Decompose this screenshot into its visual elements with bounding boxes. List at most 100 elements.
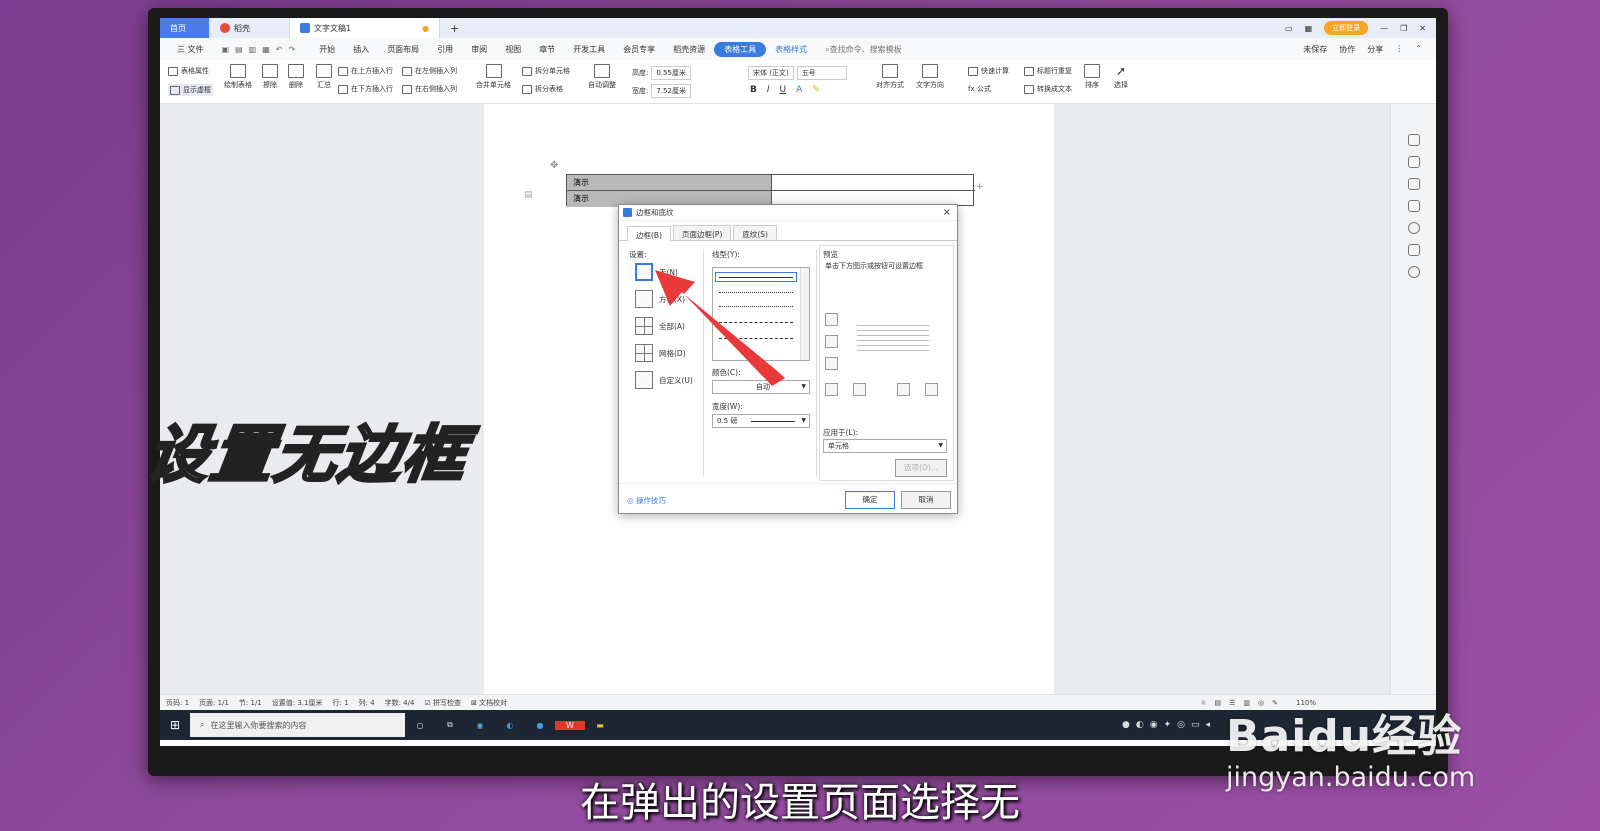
ok-button[interactable]: 确定 [845, 491, 895, 509]
table-cell-2[interactable] [771, 175, 975, 191]
font-size[interactable]: 五号 [796, 66, 847, 80]
command-search[interactable]: ⌕查找命令、搜索模板 [816, 44, 910, 55]
linetype-scrollbar[interactable] [800, 268, 809, 360]
quick-access-icons[interactable]: ▣▤▥▦↶↷ [213, 45, 311, 54]
browser-icon[interactable]: ◉ [465, 721, 495, 730]
tab-page-borders[interactable]: 页面边框(P) [673, 225, 732, 240]
italic-icon[interactable]: I [767, 85, 770, 95]
text-direction-button[interactable]: 文字方向 [916, 64, 944, 90]
table-move-handle-icon[interactable]: ✥ [550, 160, 558, 171]
backup-icon[interactable] [1407, 244, 1420, 256]
font-color-icon[interactable]: A [796, 85, 802, 95]
menu-view[interactable]: 视图 [496, 44, 530, 55]
height-input[interactable]: 0.55厘米 [651, 66, 691, 80]
document-table[interactable]: 演示 演示 [566, 174, 975, 207]
login-button[interactable]: 立即登录 [1324, 21, 1369, 35]
app-icon[interactable]: ● [525, 721, 555, 730]
cancel-button[interactable]: 取消 [901, 491, 951, 509]
tab-home[interactable]: 首页 [160, 18, 210, 38]
restore-icon[interactable]: ❐ [1400, 24, 1407, 33]
spell-check-button[interactable]: ☑ 拼写检查 [424, 698, 461, 708]
linetype-dotted[interactable] [719, 292, 793, 293]
border-left-button[interactable] [853, 383, 866, 396]
merge-cells-button[interactable]: 合并单元格 [476, 64, 511, 90]
border-bottom-button[interactable] [825, 357, 838, 370]
tab-borders[interactable]: 边框(B) [627, 226, 671, 241]
menu-layout[interactable]: 页面布局 [378, 44, 428, 55]
options-button[interactable]: 选项(O)... [895, 459, 947, 477]
diagonal-up-button[interactable] [925, 383, 938, 396]
edge-icon[interactable]: ◐ [495, 721, 525, 730]
minimize-icon[interactable]: — [1380, 24, 1388, 33]
menu-start[interactable]: 开始 [310, 44, 344, 55]
window-layout-icon[interactable]: ▭ [1285, 24, 1293, 33]
apply-select[interactable]: 单元格 ▼ [823, 439, 947, 453]
security-icon[interactable] [1407, 266, 1420, 278]
task-view-icon[interactable]: ⧉ [435, 720, 465, 730]
setting-box[interactable]: 方框(X) [635, 290, 685, 308]
menu-section[interactable]: 章节 [530, 44, 564, 55]
menu-table-tools[interactable]: 表格工具 [714, 41, 767, 57]
summary-button[interactable]: 汇总 [316, 64, 332, 90]
font-select[interactable]: 宋体 (正文) 五号 [748, 66, 847, 80]
share-button[interactable]: 分享 [1367, 44, 1383, 55]
tips-link[interactable]: ◎ 操作技巧 [627, 495, 666, 506]
setting-custom[interactable]: 自定义(U) [635, 371, 693, 389]
add-column-icon[interactable]: + [976, 182, 984, 192]
color-select[interactable]: 自动 ▼ [712, 380, 810, 394]
select-button[interactable]: ➚ 选择 [1114, 64, 1128, 90]
linetype-dotted-2[interactable] [719, 306, 793, 307]
windows-start-icon[interactable]: ⊞ [160, 718, 190, 732]
menu-insert[interactable]: 插入 [344, 44, 378, 55]
erase-button[interactable]: 擦除 [262, 64, 278, 90]
width-input[interactable]: 7.52厘米 [651, 84, 691, 98]
insert-below-button[interactable]: 在下方插入行 [338, 84, 393, 94]
help-icon[interactable] [1407, 222, 1420, 234]
wps-icon[interactable]: W [555, 720, 585, 730]
table-cell-1[interactable]: 演示 [567, 175, 771, 191]
sort-button[interactable]: 排序 [1084, 64, 1100, 90]
to-text-button[interactable]: 转换成文本 [1024, 84, 1072, 94]
diagonal-down-button[interactable] [825, 383, 838, 396]
preview-sample[interactable] [857, 325, 929, 367]
quick-calc-button[interactable]: 快速计算 [968, 66, 1009, 76]
file-explorer-icon[interactable]: ▬ [585, 721, 615, 730]
setting-grid[interactable]: 网格(D) [635, 344, 686, 362]
linetype-solid[interactable] [719, 277, 793, 278]
linetype-list[interactable] [712, 267, 810, 361]
pen-icon[interactable] [1407, 156, 1420, 168]
bold-icon[interactable]: B [750, 85, 757, 95]
insert-above-button[interactable]: 在上方插入行 [338, 66, 393, 76]
split-table-button[interactable]: 拆分表格 [522, 84, 563, 94]
tab-docer[interactable]: 稻壳 [210, 18, 290, 38]
paste-options-icon[interactable]: ▤ [524, 190, 533, 200]
collab-button[interactable]: 协作 [1339, 44, 1355, 55]
align-button[interactable]: 对齐方式 [876, 64, 904, 90]
status-words[interactable]: 字数: 4/4 [385, 698, 415, 708]
draw-table-button[interactable]: 绘制表格 [224, 64, 252, 90]
menu-docer[interactable]: 稻壳资源 [664, 44, 714, 55]
menu-review[interactable]: 审阅 [462, 44, 496, 55]
menu-table-style[interactable]: 表格样式 [766, 44, 816, 55]
new-tab-button[interactable]: + [440, 18, 469, 38]
menu-reference[interactable]: 引用 [428, 44, 462, 55]
proofread-button[interactable]: ⊠ 文档校对 [471, 698, 507, 708]
pointer-icon[interactable] [1407, 178, 1420, 190]
insert-left-button[interactable]: 在左侧插入列 [402, 66, 457, 76]
insert-right-button[interactable]: 在右侧插入列 [402, 84, 457, 94]
formula-button[interactable]: fx 公式 [968, 84, 991, 94]
tab-shading[interactable]: 底纹(S) [733, 225, 777, 240]
linetype-dashed[interactable] [719, 322, 793, 323]
menu-file[interactable]: 三 文件 [168, 44, 213, 55]
unsaved-button[interactable]: 未保存 [1303, 44, 1327, 55]
highlight-icon[interactable]: ✎ [812, 85, 820, 95]
taskbar-search[interactable]: ⌕ 在这里输入你要搜索的内容 [190, 713, 405, 737]
split-cell-button[interactable]: 拆分单元格 [522, 66, 570, 76]
apps-grid-icon[interactable]: ▦ [1305, 24, 1313, 33]
title-repeat-button[interactable]: 标题行重复 [1024, 66, 1072, 76]
setting-all[interactable]: 全部(A) [635, 317, 685, 335]
more-icon[interactable]: ⋮ [1395, 44, 1403, 55]
tray-icons[interactable]: ●◐◉✦◎▭◂ [1122, 720, 1216, 730]
width-select[interactable]: 0.5 磅 ▼ [712, 414, 810, 428]
cortana-icon[interactable]: ○ [405, 721, 435, 730]
